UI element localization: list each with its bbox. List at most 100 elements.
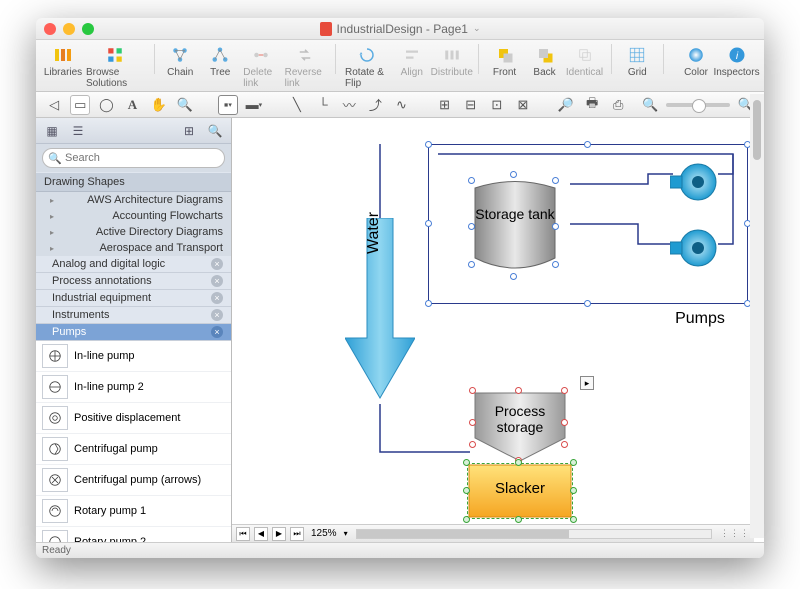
distribute-label: Distribute bbox=[431, 67, 473, 78]
pointer-tool[interactable]: ◁ bbox=[44, 95, 64, 115]
pump-shape-1[interactable] bbox=[670, 160, 720, 209]
print-tool[interactable]: 🖶 bbox=[582, 95, 602, 115]
close-icon[interactable]: × bbox=[211, 292, 223, 304]
line-tool[interactable]: ╲ bbox=[287, 95, 307, 115]
close-icon[interactable]: × bbox=[211, 326, 223, 338]
category-item[interactable]: ▸AWS Architecture Diagrams bbox=[36, 192, 231, 208]
curve-tool[interactable]: 〰 bbox=[339, 95, 359, 115]
tree-label: Tree bbox=[210, 67, 230, 78]
libraries-label: Libraries bbox=[44, 67, 82, 78]
search-box: 🔍 bbox=[36, 144, 231, 172]
horizontal-scrollbar-area: ⏮ ◀ ▶ ⏭ 125% ▾ ⋮⋮⋮ bbox=[232, 524, 754, 542]
shape-item[interactable]: In-line pump bbox=[36, 341, 231, 372]
inspectors-button[interactable]: i Inspectors bbox=[719, 44, 754, 78]
drawing-shapes-header[interactable]: Drawing Shapes bbox=[36, 172, 231, 192]
category-item[interactable]: ▸Accounting Flowcharts bbox=[36, 208, 231, 224]
zoom-tool[interactable]: 🔍 bbox=[175, 95, 195, 115]
last-page-button[interactable]: ⏭ bbox=[290, 527, 304, 541]
search-input[interactable] bbox=[42, 148, 225, 168]
color-button[interactable]: Color bbox=[679, 44, 713, 78]
shape-item[interactable]: Rotary pump 2 bbox=[36, 527, 231, 542]
lock-tool[interactable]: ⊡ bbox=[487, 95, 507, 115]
prev-page-button[interactable]: ◀ bbox=[254, 527, 268, 541]
window-title: IndustrialDesign - Page1 ⌄ bbox=[36, 22, 764, 36]
grid-button[interactable]: Grid bbox=[620, 44, 654, 78]
export-tool[interactable]: ⎙ bbox=[608, 95, 628, 115]
front-button[interactable]: Front bbox=[488, 44, 522, 78]
color-label: Color bbox=[684, 67, 708, 78]
identical-button[interactable]: Identical bbox=[568, 44, 602, 78]
zoom-value: 125% bbox=[311, 528, 337, 539]
color-icon bbox=[687, 44, 705, 66]
chevron-down-icon[interactable]: ⌄ bbox=[473, 23, 481, 34]
view-list-icon[interactable]: ☰ bbox=[67, 121, 89, 141]
stroke-tool[interactable]: ▬▾ bbox=[244, 95, 264, 115]
rotate-flip-label: Rotate & Flip bbox=[345, 67, 389, 89]
zoom-slider[interactable] bbox=[666, 103, 729, 107]
close-icon[interactable]: × bbox=[211, 258, 223, 270]
shape-item[interactable]: Centrifugal pump (arrows) bbox=[36, 465, 231, 496]
shape-item[interactable]: Positive displacement bbox=[36, 403, 231, 434]
category-subitem[interactable]: Analog and digital logic× bbox=[36, 256, 231, 273]
spline-tool[interactable]: ∿ bbox=[391, 95, 411, 115]
browse-solutions-button[interactable]: Browse Solutions bbox=[86, 44, 145, 89]
shape-item[interactable]: Rotary pump 1 bbox=[36, 496, 231, 527]
reverse-link-button[interactable]: Reverse link bbox=[285, 44, 327, 89]
category-subitem[interactable]: Instruments× bbox=[36, 307, 231, 324]
delete-link-icon bbox=[252, 44, 270, 66]
chain-button[interactable]: Chain bbox=[163, 44, 197, 78]
close-icon[interactable]: × bbox=[211, 275, 223, 287]
delete-link-button[interactable]: Delete link bbox=[243, 44, 278, 89]
zoom-out-icon[interactable]: 🔍 bbox=[640, 95, 660, 115]
search-icon: 🔍 bbox=[48, 152, 62, 165]
view-grid-icon[interactable]: ⊞ bbox=[178, 121, 200, 141]
pump-shape-2[interactable] bbox=[670, 226, 720, 275]
category-item[interactable]: ▸Active Directory Diagrams bbox=[36, 224, 231, 240]
libraries-button[interactable]: Libraries bbox=[46, 44, 80, 78]
back-button[interactable]: Back bbox=[528, 44, 562, 78]
category-subitem[interactable]: Process annotations× bbox=[36, 273, 231, 290]
inspectors-label: Inspectors bbox=[713, 67, 759, 78]
reverse-link-label: Reverse link bbox=[285, 67, 327, 89]
tree-button[interactable]: Tree bbox=[203, 44, 237, 78]
find-tool[interactable]: 🔎 bbox=[556, 95, 576, 115]
rect-tool[interactable]: ▭ bbox=[70, 95, 90, 115]
category-pumps-selected[interactable]: Pumps× bbox=[36, 324, 231, 341]
drawing-toolbar: ◁ ▭ ◯ A ✋ 🔍 ▪▾ ▬▾ ╲ └ 〰 ⤴ ∿ ⊞ ⊟ ⊡ ⊠ 🔎 🖶 … bbox=[36, 92, 764, 118]
next-page-button[interactable]: ▶ bbox=[272, 527, 286, 541]
shape-item[interactable]: Centrifugal pump bbox=[36, 434, 231, 465]
connector-tool[interactable]: └ bbox=[313, 95, 333, 115]
distribute-button[interactable]: Distribute bbox=[435, 44, 469, 78]
rotate-flip-button[interactable]: Rotate & Flip bbox=[345, 44, 389, 89]
titlebar: IndustrialDesign - Page1 ⌄ bbox=[36, 18, 764, 40]
distribute-icon bbox=[443, 44, 461, 66]
ungroup-tool[interactable]: ⊟ bbox=[461, 95, 481, 115]
text-tool[interactable]: A bbox=[122, 95, 142, 115]
category-subitem[interactable]: Industrial equipment× bbox=[36, 290, 231, 307]
storage-tank-shape[interactable] bbox=[460, 173, 570, 288]
pan-tool[interactable]: ✋ bbox=[149, 95, 169, 115]
shapes-list: In-line pump In-line pump 2 Positive dis… bbox=[36, 341, 231, 542]
smart-tag-icon[interactable]: ▸ bbox=[580, 376, 594, 390]
canvas-area[interactable]: Storage tank Pumps bbox=[232, 118, 764, 542]
group-tool[interactable]: ⊞ bbox=[434, 95, 454, 115]
view-large-icon[interactable]: ▦ bbox=[41, 121, 63, 141]
first-page-button[interactable]: ⏮ bbox=[236, 527, 250, 541]
fill-tool[interactable]: ▪▾ bbox=[218, 95, 238, 115]
search-toggle-icon[interactable]: 🔍 bbox=[204, 121, 226, 141]
resize-grip-icon[interactable]: ⋮⋮⋮ bbox=[720, 528, 750, 539]
pump-icon bbox=[42, 406, 68, 430]
category-item[interactable]: ▸Aerospace and Transport bbox=[36, 240, 231, 256]
pump-icon bbox=[42, 468, 68, 492]
arc-tool[interactable]: ⤴ bbox=[365, 95, 385, 115]
close-icon[interactable]: × bbox=[211, 309, 223, 321]
unlock-tool[interactable]: ⊠ bbox=[513, 95, 533, 115]
window-scrollbar[interactable] bbox=[750, 94, 764, 538]
pump-icon bbox=[42, 375, 68, 399]
align-button[interactable]: Align bbox=[395, 44, 429, 78]
ellipse-tool[interactable]: ◯ bbox=[96, 95, 116, 115]
drawing-canvas[interactable]: Storage tank Pumps bbox=[250, 118, 754, 524]
shape-item[interactable]: In-line pump 2 bbox=[36, 372, 231, 403]
main-toolbar: Libraries Browse Solutions Chain Tree De… bbox=[36, 40, 764, 92]
horizontal-scrollbar[interactable] bbox=[356, 529, 712, 539]
